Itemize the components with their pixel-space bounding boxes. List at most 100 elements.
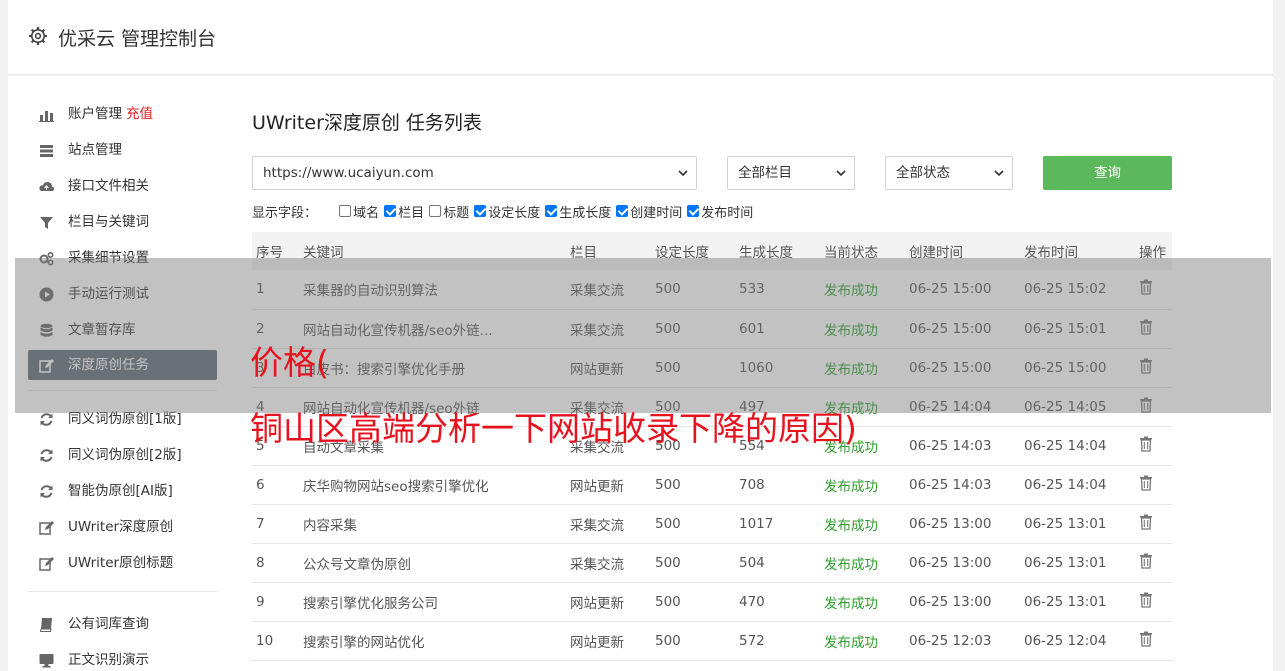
sidebar-item-label: 站点管理 bbox=[68, 142, 122, 158]
sidebar-divider bbox=[28, 591, 217, 592]
cell-status: 发布成功 bbox=[820, 504, 905, 544]
field-checkbox-label: 栏目 bbox=[398, 206, 425, 221]
cell-column: 网站更新 bbox=[566, 621, 651, 661]
cell-created: 06-25 14:03 bbox=[905, 426, 1020, 466]
cloud-upload-icon bbox=[39, 181, 54, 191]
recharge-link[interactable]: 充值 bbox=[126, 106, 153, 122]
overlay-banner bbox=[15, 258, 1271, 413]
field-checkbox-label: 生成长度 bbox=[559, 206, 612, 221]
query-button[interactable]: 查询 bbox=[1043, 156, 1172, 190]
cell-published: 06-25 12:04 bbox=[1020, 621, 1135, 661]
cell-status: 发布成功 bbox=[820, 543, 905, 583]
sidebar-item-b-4[interactable]: UWriter原创标题 bbox=[28, 545, 217, 581]
cell-set-len: 500 bbox=[651, 543, 735, 583]
cell-created: 06-25 12:03 bbox=[905, 621, 1020, 661]
cell-gen-len: 470 bbox=[735, 582, 820, 622]
field-checkbox-label: 域名 bbox=[353, 206, 380, 221]
overlay-text-line1: 价格( bbox=[250, 343, 329, 382]
cell-actions bbox=[1135, 504, 1172, 544]
field-checkbox-label: 发布时间 bbox=[701, 206, 754, 221]
cell-gen-len: 708 bbox=[735, 465, 820, 505]
book-icon bbox=[39, 618, 52, 632]
sidebar-item-b-2[interactable]: 智能伪原创[AI版] bbox=[28, 473, 217, 509]
field-checkbox-label: 创建时间 bbox=[630, 206, 683, 221]
sidebar-item-label: 接口文件相关 bbox=[68, 178, 149, 194]
cell-created: 06-25 13:00 bbox=[905, 504, 1020, 544]
field-checkbox-4[interactable]: 生成长度 bbox=[545, 202, 611, 221]
cell-set-len: 500 bbox=[651, 621, 735, 661]
status-select[interactable]: 全部状态 bbox=[885, 156, 1013, 190]
cell-published: 06-25 13:01 bbox=[1020, 543, 1135, 583]
checkbox-box[interactable] bbox=[474, 205, 487, 217]
trash-icon[interactable] bbox=[1139, 514, 1153, 530]
chevron-down-icon bbox=[836, 170, 846, 177]
trash-icon[interactable] bbox=[1139, 592, 1153, 608]
sidebar-item-c-1[interactable]: 正文识别演示 bbox=[28, 642, 217, 671]
sidebar-item-a-1[interactable]: 站点管理 bbox=[28, 132, 217, 168]
field-checkbox-1[interactable]: 栏目 bbox=[384, 202, 424, 221]
cell-no: 8 bbox=[252, 543, 299, 583]
site-select[interactable]: https://www.ucaiyun.com bbox=[252, 156, 697, 190]
app-title: 优采云 管理控制台 bbox=[58, 28, 217, 50]
checkbox-box[interactable] bbox=[616, 205, 629, 217]
site-select-value: https://www.ucaiyun.com bbox=[263, 165, 434, 181]
checkbox-box[interactable] bbox=[429, 205, 442, 217]
monitor-icon bbox=[39, 654, 54, 668]
cell-column: 网站更新 bbox=[566, 465, 651, 505]
refresh-icon bbox=[40, 485, 53, 498]
sidebar-item-label: 智能伪原创[AI版] bbox=[68, 483, 173, 499]
cell-set-len: 500 bbox=[651, 465, 735, 505]
field-checkbox-6[interactable]: 发布时间 bbox=[687, 202, 753, 221]
field-checkbox-2[interactable]: 标题 bbox=[429, 202, 469, 221]
overlay-text-line2: 铜山区高端分析一下网站收录下降的原因) bbox=[250, 409, 857, 448]
cell-published: 06-25 14:04 bbox=[1020, 465, 1135, 505]
table-row: 6 庆华购物网站seo搜索引擎优化 网站更新 500 708 发布成功 06-25 14:0… bbox=[252, 465, 1172, 505]
sidebar-item-b-3[interactable]: UWriter深度原创 bbox=[28, 509, 217, 545]
sidebar-item-a-3[interactable]: 栏目与关键词 bbox=[28, 204, 217, 240]
bar-chart-icon bbox=[39, 111, 54, 122]
field-checkbox-3[interactable]: 设定长度 bbox=[474, 202, 540, 221]
cell-gen-len: 1017 bbox=[735, 504, 820, 544]
column-select-value: 全部栏目 bbox=[738, 165, 792, 181]
checkbox-box[interactable] bbox=[687, 205, 700, 217]
display-fields-label: 显示字段： bbox=[252, 206, 318, 221]
checkbox-box[interactable] bbox=[384, 205, 397, 217]
filter-icon bbox=[40, 217, 53, 229]
cell-published: 06-25 13:01 bbox=[1020, 582, 1135, 622]
cell-published: 06-25 14:04 bbox=[1020, 426, 1135, 466]
refresh-icon bbox=[40, 413, 53, 426]
cell-published: 06-25 13:01 bbox=[1020, 504, 1135, 544]
field-checkbox-0[interactable]: 域名 bbox=[339, 202, 379, 221]
sidebar-item-a-0[interactable]: 账户管理 充值 bbox=[28, 96, 217, 132]
sidebar-item-label: 同义词伪原创[1版] bbox=[68, 411, 182, 427]
trash-icon[interactable] bbox=[1139, 631, 1153, 647]
trash-icon[interactable] bbox=[1139, 436, 1153, 452]
sidebar-item-a-2[interactable]: 接口文件相关 bbox=[28, 168, 217, 204]
filter-bar: https://www.ucaiyun.com 全部栏目 全部状态 查询 bbox=[252, 156, 1172, 190]
checkbox-box[interactable] bbox=[545, 205, 558, 217]
cell-no: 7 bbox=[252, 504, 299, 544]
cell-actions bbox=[1135, 621, 1172, 661]
sidebar-item-b-1[interactable]: 同义词伪原创[2版] bbox=[28, 437, 217, 473]
sidebar-item-label: 同义词伪原创[2版] bbox=[68, 447, 182, 463]
cell-no: 6 bbox=[252, 465, 299, 505]
field-checkbox-5[interactable]: 创建时间 bbox=[616, 202, 682, 221]
display-fields: 显示字段： 域名 栏目 标题 设定长度 生成长度 创建时间 发布时间 bbox=[252, 202, 758, 221]
sidebar-item-label: 公有词库查询 bbox=[68, 616, 149, 632]
chevron-down-icon bbox=[678, 170, 688, 177]
cell-actions bbox=[1135, 426, 1172, 466]
column-select[interactable]: 全部栏目 bbox=[727, 156, 855, 190]
sidebar-item-label: 栏目与关键词 bbox=[68, 214, 149, 230]
cell-status: 发布成功 bbox=[820, 465, 905, 505]
cell-gen-len: 572 bbox=[735, 621, 820, 661]
cell-set-len: 500 bbox=[651, 504, 735, 544]
trash-icon[interactable] bbox=[1139, 475, 1153, 491]
server-icon bbox=[40, 145, 53, 157]
cell-actions bbox=[1135, 582, 1172, 622]
checkbox-box[interactable] bbox=[339, 205, 352, 217]
cell-status: 发布成功 bbox=[820, 582, 905, 622]
trash-icon[interactable] bbox=[1139, 553, 1153, 569]
sidebar-item-c-0[interactable]: 公有词库查询 bbox=[28, 606, 217, 642]
cell-created: 06-25 13:00 bbox=[905, 582, 1020, 622]
chevron-down-icon bbox=[994, 170, 1004, 177]
